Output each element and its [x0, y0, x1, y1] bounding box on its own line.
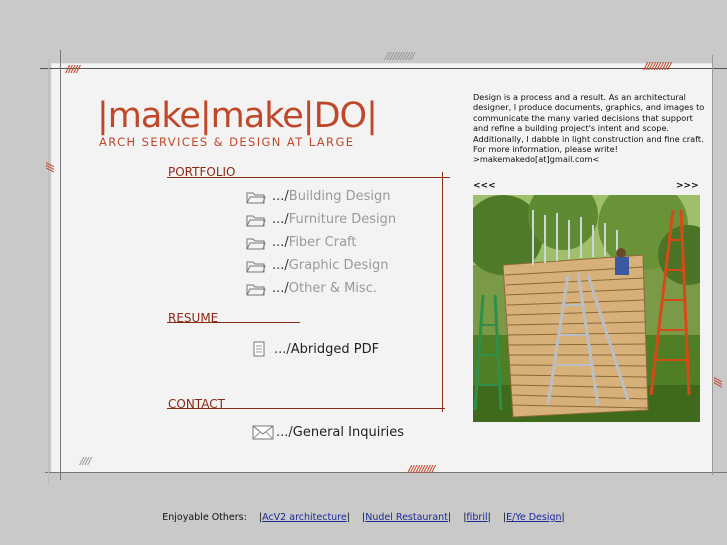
frame-line-right — [712, 55, 713, 475]
nav-prefix: .../ — [272, 258, 289, 273]
contact-email[interactable]: >makemakedo[at]gmail.com< — [473, 154, 705, 164]
intro-text-block: Design is a process and a result. As an … — [473, 92, 705, 165]
hatch-mark: /// — [44, 163, 55, 171]
intro-paragraph: Design is a process and a result. As an … — [473, 92, 705, 155]
portfolio-rule — [167, 177, 450, 178]
document-icon — [253, 341, 265, 357]
portfolio-item-fiber-craft[interactable]: .../ Fiber Craft — [246, 235, 357, 250]
nav-label: General Inquiries — [292, 425, 405, 440]
frame-line-left-outer — [48, 60, 49, 485]
gallery-next-button[interactable]: >>> — [676, 181, 699, 191]
footer-separator: | — [487, 512, 491, 523]
nav-label: Building Design — [288, 189, 391, 204]
footer-links: Enjoyable Others: |AcV2 architecture| |N… — [0, 512, 727, 523]
footer-separator: | — [561, 512, 565, 523]
contact-item-general-inquiries[interactable]: .../ General Inquiries — [252, 425, 404, 440]
hatch-mark: /// — [712, 378, 723, 386]
hatch-mark: //// — [80, 456, 92, 467]
section-vertical-rule — [442, 172, 443, 412]
folder-icon — [246, 215, 266, 226]
portfolio-item-building-design[interactable]: .../ Building Design — [246, 189, 391, 204]
site-logo[interactable]: |make|make|DO| — [97, 96, 378, 136]
resume-rule — [167, 322, 300, 323]
nav-prefix: .../ — [272, 235, 289, 250]
contact-rule — [167, 408, 445, 409]
nav-prefix: .../ — [272, 281, 289, 296]
nav-prefix: .../ — [272, 189, 289, 204]
photo-illustration — [473, 195, 700, 422]
folder-icon — [246, 238, 266, 249]
gallery-photo[interactable] — [473, 195, 700, 422]
nav-label: Other & Misc. — [288, 281, 377, 296]
nav-label: Fiber Craft — [288, 235, 357, 250]
portfolio-item-furniture-design[interactable]: .../ Furniture Design — [246, 212, 396, 227]
footer-separator: | — [447, 512, 452, 523]
footer-link-acv2[interactable]: AcV2 architecture — [262, 512, 347, 523]
frame-line-bottom — [45, 472, 727, 473]
nav-prefix: .../ — [276, 425, 293, 440]
footer-label: Enjoyable Others: — [162, 512, 247, 523]
envelope-icon — [252, 425, 274, 440]
folder-icon — [246, 192, 266, 203]
footer-separator: | — [346, 512, 350, 523]
nav-label: Abridged PDF — [290, 341, 380, 357]
nav-label: Furniture Design — [288, 212, 397, 227]
footer-link-fibril[interactable]: fibril — [466, 512, 487, 523]
nav-label: Graphic Design — [288, 258, 389, 273]
folder-icon — [246, 284, 266, 295]
site-tagline: ARCH SERVICES & DESIGN AT LARGE — [99, 135, 355, 149]
hatch-mark: ////////// — [644, 61, 672, 72]
footer-link-nudel[interactable]: Nudel Restaurant — [365, 512, 448, 523]
gallery-prev-button[interactable]: <<< — [473, 181, 496, 191]
nav-prefix: .../ — [274, 341, 291, 357]
frame-line-left — [60, 50, 61, 480]
resume-item-abridged-pdf[interactable]: .../ Abridged PDF — [252, 341, 379, 357]
frame-line-top — [40, 68, 727, 69]
portfolio-item-other-misc[interactable]: .../ Other & Misc. — [246, 281, 377, 296]
portfolio-item-graphic-design[interactable]: .../ Graphic Design — [246, 258, 388, 273]
folder-icon — [246, 261, 266, 272]
footer-link-eye-design[interactable]: E/Ye Design — [506, 512, 561, 523]
hatch-mark: ///// — [66, 64, 80, 75]
hatch-mark: /////////// — [385, 51, 415, 62]
nav-prefix: .../ — [272, 212, 289, 227]
hatch-mark: ////////// — [408, 464, 436, 475]
